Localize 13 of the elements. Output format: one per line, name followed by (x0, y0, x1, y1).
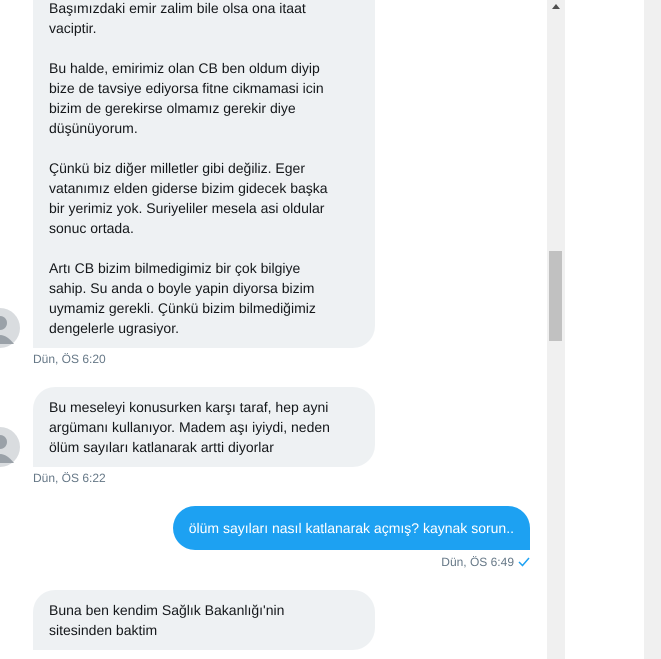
scrollbar[interactable] (547, 0, 565, 659)
timestamp: Dün, ÖS 6:22 (33, 470, 107, 486)
message-text: Bu meseleyi konusurken karşı taraf, hep ayni argümanı kullanıyor. Madem aşı iyiydi, neden ölüm sayıları katlanarak artti diyorlar (49, 398, 331, 457)
message-text: Bu halde, emirimiz olan CB ben oldum diyip bize de tavsiye ediyorsa fitne cikmamasi icin bizim de gerekirse olmamız gerekir diye düşünüyorum. (49, 59, 325, 138)
timestamp: Dün, ÖS 6:49 (441, 554, 514, 570)
message-text: Artı CB bizim bilmedigimiz bir çok bilgiye sahip. Su anda o boyle yapin diyorsa bizim uymamiz gerekli. Çünkü bizim bilmediğimiz dengelerle ugrasiyor. (49, 259, 317, 338)
message-text: Başımızdaki emir zalim bile olsa ona itaat vaciptir. (49, 0, 307, 38)
message-text: Çünkü biz diğer milletler gibi değiliz. Eger vatanımız elden giderse bizim gidecek başka bir yerimiz yok. Suriyeliler mesela asi oldular sonuc ortada. (49, 159, 329, 238)
scroll-up-icon[interactable] (552, 4, 560, 9)
message-text: Buna ben kendim Sağlık Bakanlığı'nin sitesinden baktim (49, 601, 286, 640)
message-text: ölüm sayıları nasıl katlanarak açmış? kaynak sorun.. (188, 519, 514, 538)
timestamp: Dün, ÖS 6:20 (33, 351, 107, 367)
scrollbar-thumb[interactable] (549, 251, 562, 341)
